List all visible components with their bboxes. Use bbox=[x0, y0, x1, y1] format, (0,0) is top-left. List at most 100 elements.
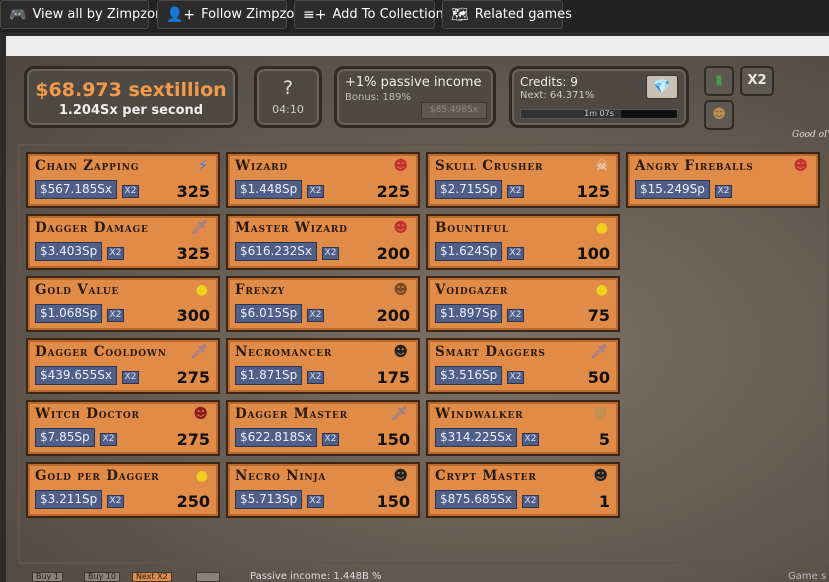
upgrade-x2-button[interactable]: X2 bbox=[107, 309, 124, 322]
passive-income-panel[interactable]: +1% passive income Bonus: 189% $85.498Sx bbox=[334, 66, 496, 128]
related-games-button[interactable]: 🗺 Related games bbox=[442, 0, 572, 29]
upgrade-x2-button[interactable]: X2 bbox=[307, 309, 324, 322]
upgrade-card[interactable]: Wizard ☻ $1.448Sp X2 225 bbox=[226, 152, 420, 208]
book-icon[interactable]: ▮ bbox=[704, 66, 734, 96]
flavor-text: Good ol' D bbox=[792, 130, 829, 140]
upgrade-card[interactable]: Dagger Damage 🗡 $3.403Sp X2 325 bbox=[26, 214, 220, 270]
upgrade-price-button[interactable]: $622.818Sx bbox=[235, 428, 317, 447]
upgrade-x2-button[interactable]: X2 bbox=[322, 247, 339, 260]
upgrade-x2-button[interactable]: X2 bbox=[507, 185, 524, 198]
upgrade-price-button[interactable]: $875.685Sx bbox=[435, 490, 517, 509]
witch-doctor-icon: ☻ bbox=[193, 406, 208, 422]
upgrade-name: Dagger Damage bbox=[35, 220, 149, 236]
upgrade-price-button[interactable]: $3.211Sp bbox=[35, 490, 103, 509]
upgrade-price-button[interactable]: $6.015Sp bbox=[235, 304, 303, 323]
money-value: $68.973 sextillion bbox=[35, 79, 227, 101]
toggle-button[interactable] bbox=[196, 572, 220, 582]
upgrade-x2-button[interactable]: X2 bbox=[107, 247, 124, 260]
upgrade-count: 75 bbox=[587, 306, 610, 325]
follow-label: Follow Zimpzon bbox=[201, 7, 303, 22]
upgrade-card[interactable]: Frenzy ☻ $6.015Sp X2 200 bbox=[226, 276, 420, 332]
upgrade-x2-button[interactable]: X2 bbox=[522, 495, 539, 508]
upgrade-x2-button[interactable]: X2 bbox=[507, 371, 524, 384]
upgrade-x2-button[interactable]: X2 bbox=[322, 433, 339, 446]
mystery-box[interactable]: ? 04:10 bbox=[254, 66, 322, 128]
upgrade-count: 175 bbox=[376, 368, 410, 387]
passive-cost-button[interactable]: $85.498Sx bbox=[421, 102, 487, 119]
upgrade-x2-button[interactable]: X2 bbox=[122, 371, 139, 384]
wizard-icon: ☻ bbox=[393, 220, 408, 236]
upgrade-price-button[interactable]: $3.516Sp bbox=[435, 366, 503, 385]
upgrade-price-button[interactable]: $567.185Sx bbox=[35, 180, 117, 199]
upgrade-price-button[interactable]: $616.232Sx bbox=[235, 242, 317, 261]
upgrade-price-button[interactable]: $1.448Sp bbox=[235, 180, 303, 199]
upgrade-x2-button[interactable]: X2 bbox=[122, 185, 139, 198]
page-toolbar: 🎮 View all by Zimpzon 👤+ Follow Zimpzon … bbox=[0, 0, 829, 32]
upgrade-count: 150 bbox=[376, 430, 410, 449]
upgrade-count: 200 bbox=[376, 244, 410, 263]
skull-mask-icon: ☻ bbox=[393, 468, 408, 484]
gold-coin-icon: ● bbox=[595, 282, 608, 298]
buy-10-button[interactable]: Buy 10 bbox=[84, 572, 121, 582]
upgrade-price-button[interactable]: $2.715Sp bbox=[435, 180, 503, 199]
question-icon: ? bbox=[282, 77, 294, 99]
skull-mask-icon: ☻ bbox=[393, 344, 408, 360]
upgrade-name: Gold per Dagger bbox=[35, 468, 160, 484]
upgrade-card[interactable]: Angry Fireballs ☻ $15.249Sp X2 bbox=[626, 152, 820, 208]
upgrade-price-button[interactable]: $3.403Sp bbox=[35, 242, 103, 261]
x2-button[interactable]: X2 bbox=[740, 66, 774, 96]
wizard-icon: ☻ bbox=[793, 158, 808, 174]
buy-1-button[interactable]: Buy 1 bbox=[32, 572, 63, 582]
upgrade-count: 200 bbox=[376, 306, 410, 325]
upgrade-x2-button[interactable]: X2 bbox=[522, 433, 539, 446]
upgrade-price-button[interactable]: $1.068Sp bbox=[35, 304, 103, 323]
upgrade-price-button[interactable]: $1.624Sp bbox=[435, 242, 503, 261]
upgrade-price-button[interactable]: $439.655Sx bbox=[35, 366, 117, 385]
upgrade-x2-button[interactable]: X2 bbox=[307, 185, 324, 198]
upgrade-card[interactable]: Master Wizard ☻ $616.232Sx X2 200 bbox=[226, 214, 420, 270]
character-icon[interactable]: ☻ bbox=[704, 100, 734, 130]
upgrade-card[interactable]: Witch Doctor ☻ $7.85Sp X2 275 bbox=[26, 400, 220, 456]
upgrade-card[interactable]: Necro Ninja ☻ $5.713Sp X2 150 bbox=[226, 462, 420, 518]
upgrade-card[interactable]: Gold per Dagger ● $3.211Sp X2 250 bbox=[26, 462, 220, 518]
upgrade-card[interactable]: Voidgazer ● $1.897Sp X2 75 bbox=[426, 276, 620, 332]
upgrade-card[interactable]: Chain Zapping ⚡ $567.185Sx X2 325 bbox=[26, 152, 220, 208]
view-all-button[interactable]: 🎮 View all by Zimpzon bbox=[0, 0, 163, 29]
next-x2-button[interactable]: Next X2 bbox=[132, 572, 172, 582]
upgrade-x2-button[interactable]: X2 bbox=[507, 247, 524, 260]
upgrade-x2-button[interactable]: X2 bbox=[100, 433, 117, 446]
playlist-add-icon: ≡+ bbox=[303, 6, 327, 23]
upgrade-card[interactable]: Dagger Cooldown 🗡 $439.655Sx X2 275 bbox=[26, 338, 220, 394]
gem-icon[interactable]: 💎 bbox=[646, 75, 678, 99]
upgrade-card[interactable]: Gold Value ● $1.068Sp X2 300 bbox=[26, 276, 220, 332]
upgrade-x2-button[interactable]: X2 bbox=[307, 371, 324, 384]
upgrade-x2-button[interactable]: X2 bbox=[715, 185, 732, 198]
upgrade-card[interactable]: Bountiful ● $1.624Sp X2 100 bbox=[426, 214, 620, 270]
money-panel: $68.973 sextillion 1.204Sx per second bbox=[24, 66, 238, 128]
upgrade-card[interactable]: Necromancer ☻ $1.871Sp X2 175 bbox=[226, 338, 420, 394]
upgrade-card[interactable]: Dagger Master 🗡 $622.818Sx X2 150 bbox=[226, 400, 420, 456]
upgrade-x2-button[interactable]: X2 bbox=[107, 495, 124, 508]
upgrade-count: 50 bbox=[587, 368, 610, 387]
upgrade-price-button[interactable]: $1.871Sp bbox=[235, 366, 303, 385]
upgrade-card[interactable]: Skull Crusher ☠ $2.715Sp X2 125 bbox=[426, 152, 620, 208]
dagger-icon: 🗡 bbox=[390, 406, 408, 422]
upgrade-name: Witch Doctor bbox=[35, 406, 140, 422]
upgrade-count: 275 bbox=[176, 430, 210, 449]
itch-icon: 🎮 bbox=[9, 6, 27, 23]
upgrade-count: 5 bbox=[598, 430, 610, 449]
upgrade-price-button[interactable]: $15.249Sp bbox=[635, 180, 710, 199]
upgrade-price-button[interactable]: $7.85Sp bbox=[35, 428, 95, 447]
upgrade-x2-button[interactable]: X2 bbox=[507, 309, 524, 322]
upgrade-price-button[interactable]: $1.897Sp bbox=[435, 304, 503, 323]
upgrade-x2-button[interactable]: X2 bbox=[307, 495, 324, 508]
add-to-collection-button[interactable]: ≡+ Add To Collection bbox=[294, 0, 444, 29]
upgrade-price-button[interactable]: $5.713Sp bbox=[235, 490, 303, 509]
upgrade-card[interactable]: Smart Daggers 🗡 $3.516Sp X2 50 bbox=[426, 338, 620, 394]
upgrade-price-button[interactable]: $314.225Sx bbox=[435, 428, 517, 447]
follow-button[interactable]: 👤+ Follow Zimpzon bbox=[157, 0, 303, 29]
skull-mask-icon: ☻ bbox=[593, 468, 608, 484]
upgrade-card[interactable]: Crypt Master ☻ $875.685Sx X2 1 bbox=[426, 462, 620, 518]
upgrade-name: Skull Crusher bbox=[435, 158, 544, 174]
upgrade-card[interactable]: Windwalker ☻ $314.225Sx X2 5 bbox=[426, 400, 620, 456]
